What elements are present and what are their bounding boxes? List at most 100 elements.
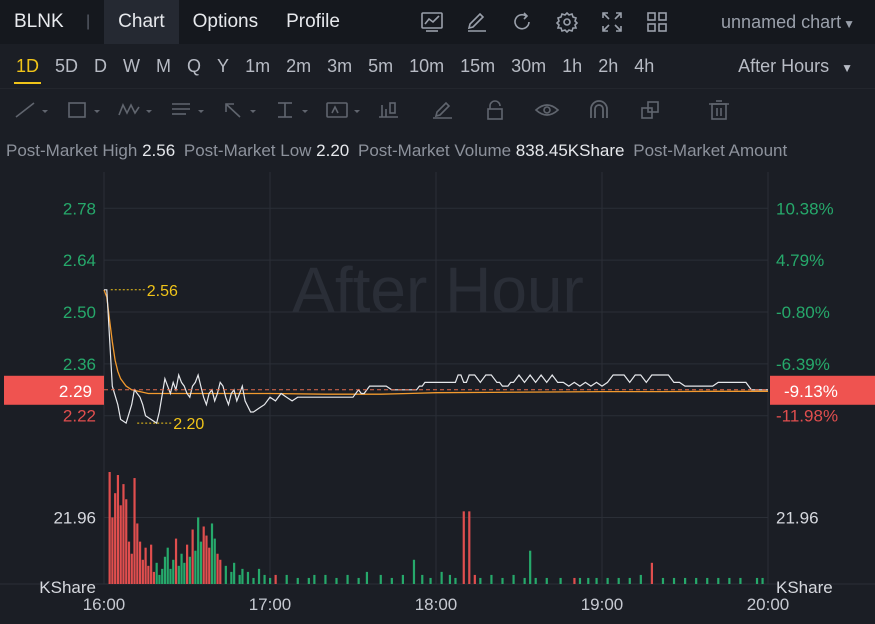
tab-profile[interactable]: Profile (272, 0, 354, 44)
volume-bar (473, 574, 476, 584)
volume-bar (141, 559, 144, 584)
volume-bar (241, 568, 244, 584)
volume-bar (246, 571, 250, 584)
volume-bar (606, 577, 609, 584)
volume-bar (116, 475, 120, 584)
volume-bar (114, 493, 117, 584)
interval-2m[interactable]: 2m (278, 44, 319, 88)
volume-bar (755, 577, 759, 584)
pct-tick-label: -6.39% (776, 355, 830, 374)
volume-bar (479, 577, 482, 584)
session-dropdown[interactable]: After Hours ▼ (738, 44, 853, 88)
volume-bar (578, 577, 582, 584)
volume-bar (429, 577, 432, 584)
ticker-separator: | (86, 13, 91, 30)
interval-5m[interactable]: 5m (360, 44, 401, 88)
interval-30m[interactable]: 30m (503, 44, 554, 88)
pct-tick-label: 10.38% (776, 199, 834, 218)
rectangle-tool-icon[interactable] (58, 89, 110, 131)
interval-10m[interactable]: 10m (401, 44, 452, 88)
draw-icon[interactable] (461, 0, 493, 44)
interval-1m[interactable]: 1m (237, 44, 278, 88)
volume-bar (147, 565, 150, 584)
stat-label: Post-Market High (6, 141, 138, 160)
measure-tool-icon[interactable] (266, 89, 318, 131)
interval-1h[interactable]: 1h (554, 44, 590, 88)
volume-bar (224, 565, 227, 584)
bar-pattern-icon[interactable] (370, 89, 422, 131)
volume-bar (490, 574, 493, 584)
interval-d[interactable]: D (86, 44, 115, 88)
volume-bar (512, 574, 515, 584)
volume-bar (412, 559, 416, 584)
volume-bar (650, 562, 653, 584)
caret-down-icon: ▼ (841, 61, 853, 75)
price-chart[interactable]: After Hour 2.56 2.20 2.78 2.64 2.50 2.36 2.22… (0, 172, 875, 624)
pattern-tool-icon[interactable] (110, 89, 162, 131)
fullscreen-icon[interactable] (596, 0, 628, 44)
ticker-symbol: BLNK (14, 11, 64, 32)
chart-area[interactable]: After Hour 2.56 2.20 2.78 2.64 2.50 2.36 2.22… (0, 172, 875, 624)
volume-bar (197, 517, 200, 584)
interval-4h[interactable]: 4h (626, 44, 662, 88)
volume-bar (448, 574, 452, 584)
volume-bar (138, 541, 142, 584)
current-pct-text: -9.13% (784, 382, 838, 401)
volume-bar (202, 526, 205, 584)
y-tick-label: 2.64 (63, 251, 96, 270)
interval-5d[interactable]: 5D (47, 44, 86, 88)
fib-tool-icon[interactable] (162, 89, 214, 131)
volume-bar (346, 574, 349, 584)
volume-bar (257, 568, 261, 584)
volume-bar (194, 550, 197, 584)
volume-bar (155, 562, 158, 584)
arrow-tool-icon[interactable] (214, 89, 266, 131)
volume-bar (188, 556, 191, 584)
refresh-icon[interactable] (506, 0, 538, 44)
layout-icon[interactable] (641, 0, 673, 44)
brush-icon[interactable] (422, 89, 474, 131)
x-tick-label: 18:00 (415, 595, 458, 614)
volume-bar (210, 523, 214, 584)
interval-3m[interactable]: 3m (319, 44, 360, 88)
volume-bar (216, 553, 219, 584)
stat-label: Post-Market Amount (633, 141, 788, 160)
volume-bar (695, 577, 698, 584)
interval-q[interactable]: Q (179, 44, 209, 88)
volume-bar (161, 568, 164, 584)
volume-bar (739, 577, 742, 584)
volume-bar (379, 574, 382, 584)
settings-icon[interactable] (551, 0, 583, 44)
interval-15m[interactable]: 15m (452, 44, 503, 88)
volume-bar (127, 541, 131, 584)
magnet-icon[interactable] (578, 89, 630, 131)
volume-bar (717, 577, 720, 584)
current-price-text: 2.29 (59, 382, 92, 401)
volume-bar (119, 505, 122, 584)
stat-label: Post-Market Volume (358, 141, 512, 160)
volume-bar (133, 478, 136, 584)
interval-1d[interactable]: 1D (8, 44, 47, 88)
interval-2h[interactable]: 2h (590, 44, 626, 88)
lock-icon[interactable] (474, 89, 526, 131)
interval-y[interactable]: Y (209, 44, 237, 88)
volume-bar (501, 577, 504, 584)
indicator-icon[interactable] (416, 0, 448, 44)
interval-w[interactable]: W (115, 44, 148, 88)
text-tool-icon[interactable] (318, 89, 370, 131)
chart-name-dropdown[interactable]: unnamed chart ▼ (721, 0, 855, 44)
layers-icon[interactable] (630, 89, 682, 131)
tab-options[interactable]: Options (179, 0, 272, 44)
volume-bar (199, 541, 203, 584)
line-tool-icon[interactable] (6, 89, 58, 131)
interval-m[interactable]: M (148, 44, 179, 88)
pct-tick-label: -0.80% (776, 303, 830, 322)
eye-icon[interactable] (526, 89, 578, 131)
volume-bar (523, 577, 526, 584)
tab-chart[interactable]: Chart (104, 0, 179, 44)
trash-icon[interactable] (698, 89, 750, 131)
post-market-stats: Post-Market High 2.56 Post-Market Low 2.… (6, 141, 875, 161)
volume-bar (365, 571, 369, 584)
stat-value: 2.20 (316, 141, 350, 160)
drawing-toolbar (0, 88, 875, 131)
